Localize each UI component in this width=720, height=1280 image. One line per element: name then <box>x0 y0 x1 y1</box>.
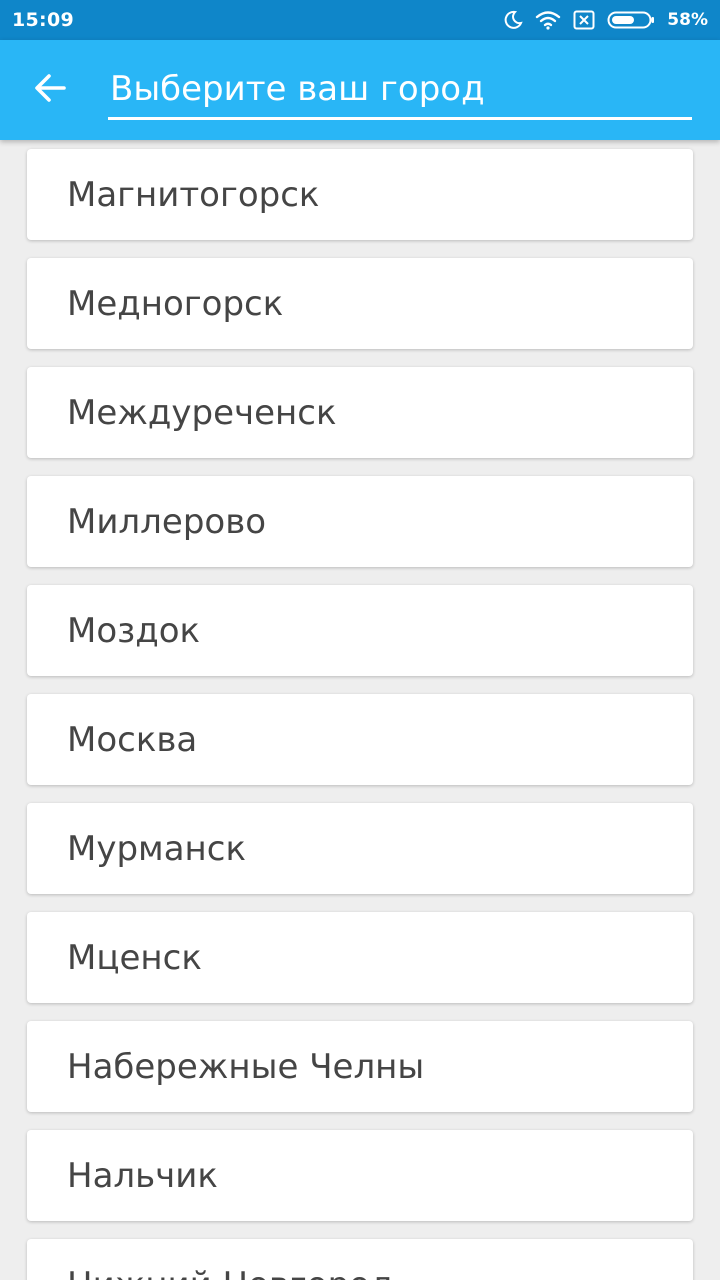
wifi-icon <box>535 10 561 30</box>
city-name: Нижний Новгород <box>67 1265 394 1280</box>
city-list-item[interactable]: Медногорск <box>27 258 693 349</box>
city-list-item[interactable]: Миллерово <box>27 476 693 567</box>
city-name: Магнитогорск <box>67 174 320 215</box>
status-bar: 15:09 58% <box>0 0 720 40</box>
arrow-left-icon <box>32 70 68 110</box>
city-name: Мценск <box>67 937 202 978</box>
app-bar <box>0 40 720 140</box>
city-name: Медногорск <box>67 283 284 324</box>
city-list-item[interactable]: Нальчик <box>27 1130 693 1221</box>
city-name: Набережные Челны <box>67 1046 425 1087</box>
city-name: Междуреченск <box>67 392 337 433</box>
city-list-item[interactable]: Набережные Челны <box>27 1021 693 1112</box>
status-time: 15:09 <box>12 9 74 31</box>
battery-icon <box>607 10 655 30</box>
status-icons: 58% <box>503 10 708 30</box>
city-name: Миллерово <box>67 501 267 542</box>
city-list: Магнитогорск Медногорск Междуреченск Мил… <box>0 140 720 1280</box>
city-search-input[interactable] <box>108 64 692 120</box>
city-list-item[interactable]: Междуреченск <box>27 367 693 458</box>
sim-disabled-icon <box>573 10 595 30</box>
city-list-item[interactable]: Моздок <box>27 585 693 676</box>
city-list-item[interactable]: Магнитогорск <box>27 149 693 240</box>
moon-icon <box>503 10 523 30</box>
battery-percentage: 58% <box>667 10 708 30</box>
city-list-item[interactable]: Мурманск <box>27 803 693 894</box>
city-list-item[interactable]: Москва <box>27 694 693 785</box>
city-list-item[interactable]: Нижний Новгород <box>27 1239 693 1280</box>
city-list-item[interactable]: Мценск <box>27 912 693 1003</box>
back-button[interactable] <box>22 66 78 114</box>
city-name: Моздок <box>67 610 201 651</box>
city-name: Мурманск <box>67 828 246 869</box>
city-name: Москва <box>67 719 198 760</box>
city-name: Нальчик <box>67 1155 218 1196</box>
